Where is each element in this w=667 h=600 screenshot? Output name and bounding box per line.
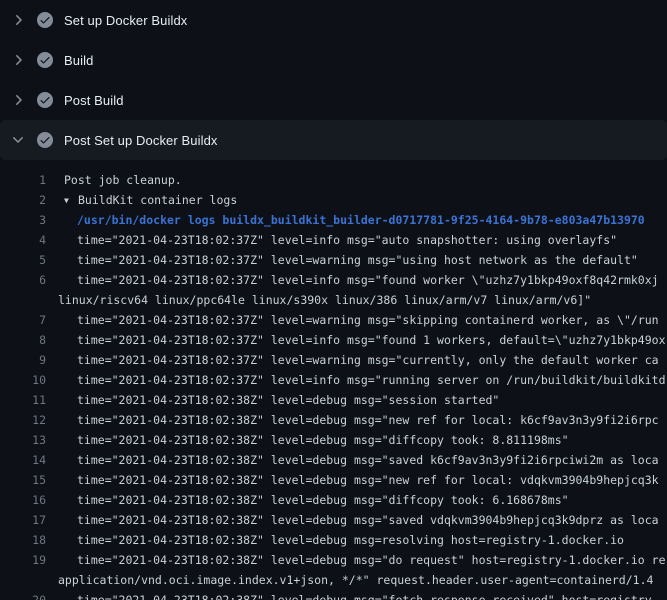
line-number[interactable] [0,290,46,310]
log-row: 17time="2021-04-23T18:02:38Z" level=debu… [0,510,667,530]
line-number[interactable]: 10 [0,370,46,390]
step-row-post-set-up-docker-buildx[interactable]: Post Set up Docker Buildx [0,120,667,160]
success-check-icon [37,12,53,28]
line-number[interactable]: 8 [0,330,46,350]
log-row: 14time="2021-04-23T18:02:38Z" level=debu… [0,450,667,470]
log-text: time="2021-04-23T18:02:37Z" level=info m… [46,370,666,390]
line-number[interactable]: 1 [0,170,46,190]
log-text: time="2021-04-23T18:02:38Z" level=debug … [46,510,659,530]
line-number[interactable]: 9 [0,350,46,370]
step-title: Post Set up Docker Buildx [64,133,218,148]
log-text: time="2021-04-23T18:02:38Z" level=debug … [46,490,569,510]
log-command-text: /usr/bin/docker logs buildx_buildkit_bui… [46,210,645,230]
line-number[interactable]: 18 [0,530,46,550]
log-text: time="2021-04-23T18:02:38Z" level=debug … [46,450,659,470]
log-text: time="2021-04-23T18:02:37Z" level=info m… [46,330,666,350]
success-check-icon [37,52,53,68]
log-row: 4time="2021-04-23T18:02:37Z" level=info … [0,230,667,250]
log-row: 13time="2021-04-23T18:02:38Z" level=debu… [0,430,667,450]
log-text: time="2021-04-23T18:02:37Z" level=warnin… [46,310,659,330]
log-text: time="2021-04-23T18:02:38Z" level=debug … [46,430,569,450]
log-text: time="2021-04-23T18:02:38Z" level=debug … [46,550,666,570]
line-number[interactable]: 19 [0,550,46,570]
line-number[interactable]: 14 [0,450,46,470]
success-check-icon [37,92,53,108]
chevron-right-icon [10,52,26,68]
log-text: time="2021-04-23T18:02:37Z" level=warnin… [46,250,638,270]
line-number[interactable]: 15 [0,470,46,490]
log-row: 15time="2021-04-23T18:02:38Z" level=debu… [0,470,667,490]
log-row: 11time="2021-04-23T18:02:38Z" level=debu… [0,390,667,410]
line-number[interactable]: 13 [0,430,46,450]
log-text: time="2021-04-23T18:02:38Z" level=debug … [46,590,659,600]
group-expanded-triangle-icon[interactable]: ▼ [64,191,78,210]
line-number[interactable] [0,570,46,590]
log-row: 18time="2021-04-23T18:02:38Z" level=debu… [0,530,667,550]
log-row: 1Post job cleanup. [0,170,667,190]
log-row: 5time="2021-04-23T18:02:37Z" level=warni… [0,250,667,270]
chevron-right-icon [10,92,26,108]
log-text: time="2021-04-23T18:02:38Z" level=debug … [46,410,659,430]
line-number[interactable]: 4 [0,230,46,250]
step-title: Post Build [64,93,124,108]
chevron-down-icon [10,132,26,148]
log-row: 6time="2021-04-23T18:02:37Z" level=info … [0,270,667,290]
log-lines: 1Post job cleanup.2▼BuildKit container l… [0,160,667,600]
log-row: 10time="2021-04-23T18:02:37Z" level=info… [0,370,667,390]
line-number[interactable]: 3 [0,210,46,230]
success-check-icon [37,132,53,148]
chevron-right-icon [10,12,26,28]
log-row: linux/riscv64 linux/ppc64le linux/s390x … [0,290,667,310]
log-text: Post job cleanup. [46,170,182,190]
step-title: Set up Docker Buildx [64,13,187,28]
log-text: time="2021-04-23T18:02:38Z" level=debug … [46,530,624,550]
log-row: 8time="2021-04-23T18:02:37Z" level=info … [0,330,667,350]
log-group-header[interactable]: ▼BuildKit container logs [46,190,237,210]
line-number[interactable]: 6 [0,270,46,290]
step-title: Build [64,53,93,68]
line-number[interactable]: 17 [0,510,46,530]
log-row: 16time="2021-04-23T18:02:38Z" level=debu… [0,490,667,510]
log-row: application/vnd.oci.image.index.v1+json,… [0,570,667,590]
log-text: linux/riscv64 linux/ppc64le linux/s390x … [46,290,591,310]
step-row-build[interactable]: Build [0,40,667,80]
log-text: time="2021-04-23T18:02:38Z" level=debug … [46,470,659,490]
step-row-set-up-docker-buildx[interactable]: Set up Docker Buildx [0,0,667,40]
log-text: time="2021-04-23T18:02:37Z" level=info m… [46,270,659,290]
log-row: 2▼BuildKit container logs [0,190,667,210]
log-text: time="2021-04-23T18:02:38Z" level=debug … [46,390,499,410]
step-row-post-build[interactable]: Post Build [0,80,667,120]
line-number[interactable]: 20 [0,590,46,600]
line-number[interactable]: 5 [0,250,46,270]
log-text: application/vnd.oci.image.index.v1+json,… [46,570,653,590]
line-number[interactable]: 11 [0,390,46,410]
log-row: 12time="2021-04-23T18:02:38Z" level=debu… [0,410,667,430]
log-row: 7time="2021-04-23T18:02:37Z" level=warni… [0,310,667,330]
line-number[interactable]: 2 [0,190,46,210]
log-row: 9time="2021-04-23T18:02:37Z" level=warni… [0,350,667,370]
log-text: time="2021-04-23T18:02:37Z" level=warnin… [46,350,659,370]
log-row: 20time="2021-04-23T18:02:38Z" level=debu… [0,590,667,600]
line-number[interactable]: 16 [0,490,46,510]
log-row: 19time="2021-04-23T18:02:38Z" level=debu… [0,550,667,570]
line-number[interactable]: 12 [0,410,46,430]
log-text: time="2021-04-23T18:02:37Z" level=info m… [46,230,617,250]
line-number[interactable]: 7 [0,310,46,330]
log-row: 3/usr/bin/docker logs buildx_buildkit_bu… [0,210,667,230]
